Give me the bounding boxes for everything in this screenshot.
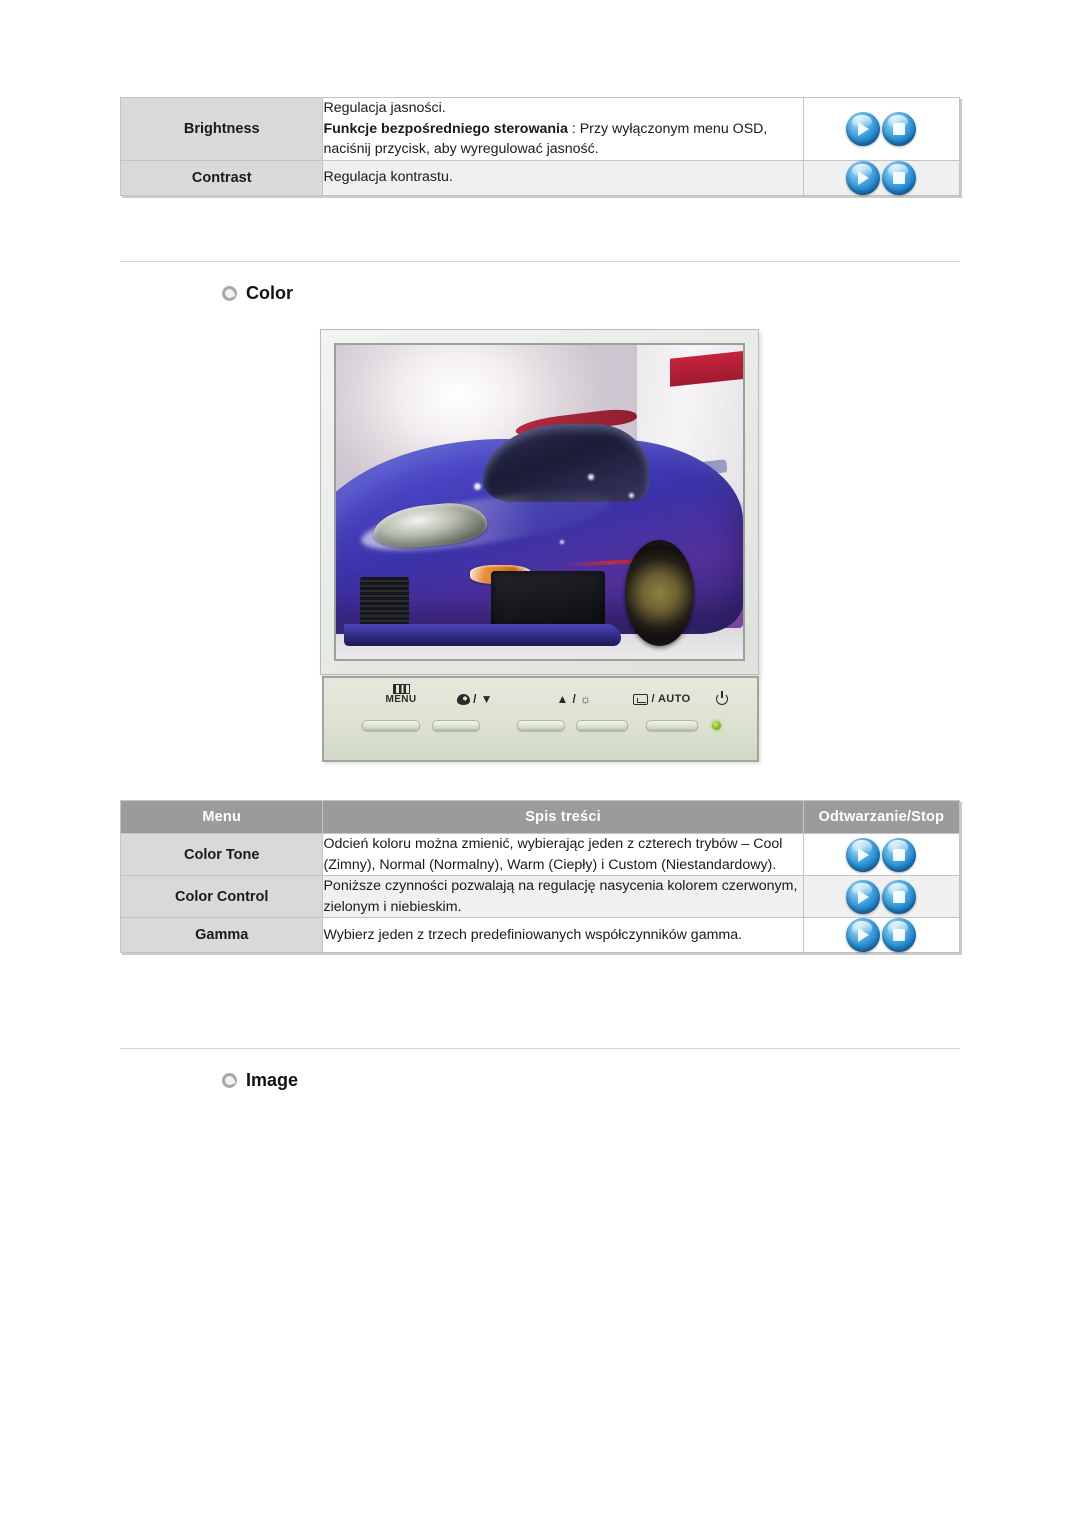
control-label-row: MENU / ▼ ▲ / ☼ / AUTO	[324, 684, 757, 714]
physical-button-down[interactable]	[432, 720, 480, 731]
stop-button[interactable]	[882, 160, 917, 195]
section-heading-color: Color	[222, 283, 293, 304]
physical-button-power[interactable]	[646, 720, 698, 731]
palette-icon	[457, 693, 471, 705]
divider-after-color-table	[120, 1048, 960, 1049]
control-cell-color-control	[802, 875, 961, 919]
control-label-up: ▲ / ☼	[532, 692, 616, 706]
play-icon	[858, 121, 870, 136]
section-heading-image-label: Image	[246, 1070, 299, 1090]
menu-cell-brightness: Brightness	[119, 97, 324, 161]
photo-highlight	[629, 492, 635, 498]
column-header-menu: Menu	[119, 800, 324, 834]
color-settings-table: Menu Spis treści Odtwarzanie/Stop Color …	[119, 800, 961, 954]
play-stop-button-pair	[845, 879, 917, 914]
play-stop-button-pair	[845, 837, 917, 872]
play-icon	[858, 889, 870, 904]
section-heading-image: Image	[222, 1070, 298, 1091]
play-button[interactable]	[846, 160, 881, 195]
screen-photo-sports-car	[336, 345, 743, 659]
power-led-indicator	[712, 721, 721, 730]
control-cell-brightness	[802, 97, 961, 161]
desc-cell-brightness: Regulacja jasności. Funkcje bezpośrednie…	[322, 97, 804, 161]
control-button-row	[324, 720, 757, 734]
monitor-illustration	[320, 329, 759, 675]
desc-cell-gamma: Wybierz jeden z trzech predefiniowanych …	[322, 917, 804, 954]
enter-icon	[633, 693, 649, 705]
divider-after-top-table	[120, 261, 960, 262]
control-label-power	[698, 691, 746, 706]
control-label-down: / ▼	[432, 692, 518, 706]
photo-highlight	[559, 539, 564, 544]
up-arrow-brightness-icon: ▲ / ☼	[556, 692, 592, 706]
play-button[interactable]	[846, 837, 881, 872]
menu-cell-gamma: Gamma	[119, 917, 324, 954]
control-cell-gamma	[802, 917, 961, 954]
desc-line-1: Regulacja jasności.	[323, 100, 446, 116]
table-row: Brightness Regulacja jasności. Funkcje b…	[119, 97, 961, 161]
table-header-row: Menu Spis treści Odtwarzanie/Stop	[119, 800, 961, 834]
column-header-description: Spis treści	[322, 800, 804, 834]
physical-button-menu[interactable]	[362, 720, 420, 731]
play-stop-button-pair	[845, 111, 917, 146]
stop-icon	[893, 929, 906, 942]
stop-button[interactable]	[882, 918, 917, 953]
brightness-contrast-table: Brightness Regulacja jasności. Funkcje b…	[119, 97, 961, 196]
document-page: Brightness Regulacja jasności. Funkcje b…	[0, 0, 1080, 1528]
auto-text: / AUTO	[651, 692, 691, 705]
menu-text: MENU	[385, 694, 417, 705]
photo-car-grille	[490, 571, 605, 631]
play-button[interactable]	[846, 879, 881, 914]
control-cell-color-tone	[802, 832, 961, 877]
power-icon	[716, 691, 728, 705]
desc-bold-label: Funkcje bezpośredniego sterowania	[323, 120, 568, 137]
photo-car-wheel	[624, 539, 695, 647]
photo-car-side-vent	[360, 577, 410, 628]
physical-button-enter-auto[interactable]	[576, 720, 628, 731]
bullet-donut-icon	[222, 286, 237, 301]
stop-button[interactable]	[882, 837, 917, 872]
play-button[interactable]	[846, 111, 881, 146]
play-button[interactable]	[846, 918, 881, 953]
play-stop-button-pair	[845, 918, 917, 953]
control-label-enter-auto: / AUTO	[612, 692, 712, 706]
stop-button[interactable]	[882, 111, 917, 146]
menu-cell-color-control: Color Control	[119, 875, 324, 919]
stop-button[interactable]	[882, 879, 917, 914]
table-row: Color Tone Odcień koloru można zmienić, …	[119, 832, 961, 877]
photo-car-front-splitter	[344, 624, 621, 647]
stop-icon	[893, 122, 906, 135]
physical-button-up[interactable]	[517, 720, 565, 731]
section-heading-color-label: Color	[246, 283, 293, 303]
column-header-playstop: Odtwarzanie/Stop	[802, 800, 961, 834]
monitor-screen	[334, 343, 745, 661]
desc-cell-color-control: Poniższe czynności pozwalają na regulacj…	[322, 875, 804, 919]
play-stop-button-pair	[845, 160, 917, 195]
table-row: Contrast Regulacja kontrastu.	[119, 159, 961, 196]
table-row: Color Control Poniższe czynności pozwala…	[119, 875, 961, 919]
bullet-donut-icon	[222, 1073, 237, 1088]
desc-cell-contrast: Regulacja kontrastu.	[322, 159, 804, 196]
play-icon	[858, 928, 870, 943]
stop-icon	[893, 890, 906, 903]
menu-cell-color-tone: Color Tone	[119, 832, 324, 877]
menu-cell-contrast: Contrast	[119, 159, 324, 196]
monitor-control-panel: MENU / ▼ ▲ / ☼ / AUTO	[322, 676, 759, 762]
stop-icon	[893, 848, 906, 861]
table-row: Gamma Wybierz jeden z trzech predefiniow…	[119, 917, 961, 954]
play-icon	[858, 847, 870, 862]
stop-icon	[893, 171, 906, 184]
play-icon	[858, 170, 870, 185]
control-cell-contrast	[802, 159, 961, 196]
down-arrow-icon: / ▼	[473, 692, 493, 706]
desc-cell-color-tone: Odcień koloru można zmienić, wybierając …	[322, 832, 804, 877]
control-label-menu: MENU	[366, 684, 436, 706]
osd-menu-icon	[392, 684, 410, 694]
